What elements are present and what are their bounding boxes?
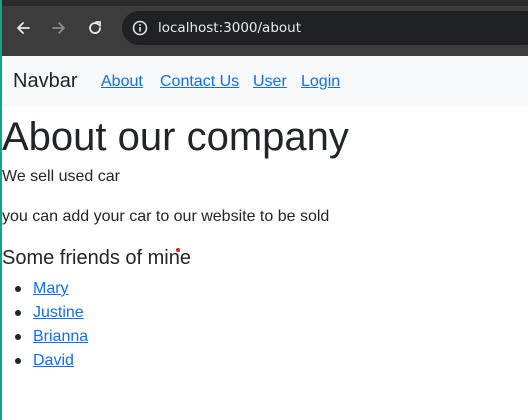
back-button[interactable] [9,14,37,42]
browser-toolbar: localhost:3000/about [0,0,528,56]
navbar-brand[interactable]: Navbar [13,69,77,93]
nav-link-about[interactable]: About [101,72,143,91]
forward-button[interactable] [45,14,73,42]
friends-heading: Some friends of mine [2,247,191,269]
reload-button[interactable] [81,14,109,42]
bullet-icon [15,358,21,364]
page-title: About our company [2,115,349,159]
bullet-icon [15,334,21,340]
tab-strip [0,0,528,6]
nav-link-user[interactable]: User [253,72,287,91]
nav-link-login[interactable]: Login [301,72,340,91]
friend-link-justine[interactable]: Justine [33,303,84,323]
arrow-left-icon [15,20,31,36]
friend-link-david[interactable]: David [33,351,74,371]
url-text[interactable]: localhost:3000/about [158,17,301,39]
bullet-icon [15,310,21,316]
site-info-icon[interactable] [131,19,149,37]
bullet-icon [15,286,21,292]
reload-icon [87,20,103,36]
navbar: Navbar About Contact Us User Login [0,56,528,107]
friend-link-brianna[interactable]: Brianna [33,327,88,347]
friend-link-mary[interactable]: Mary [33,279,69,299]
window-edge [0,0,2,420]
nav-link-contact-us[interactable]: Contact Us [160,72,239,91]
intro-paragraph: We sell used car [2,168,120,185]
sell-paragraph: you can add your car to our website to b… [2,208,330,225]
cursor-dot [176,248,180,252]
arrow-right-icon [51,20,67,36]
